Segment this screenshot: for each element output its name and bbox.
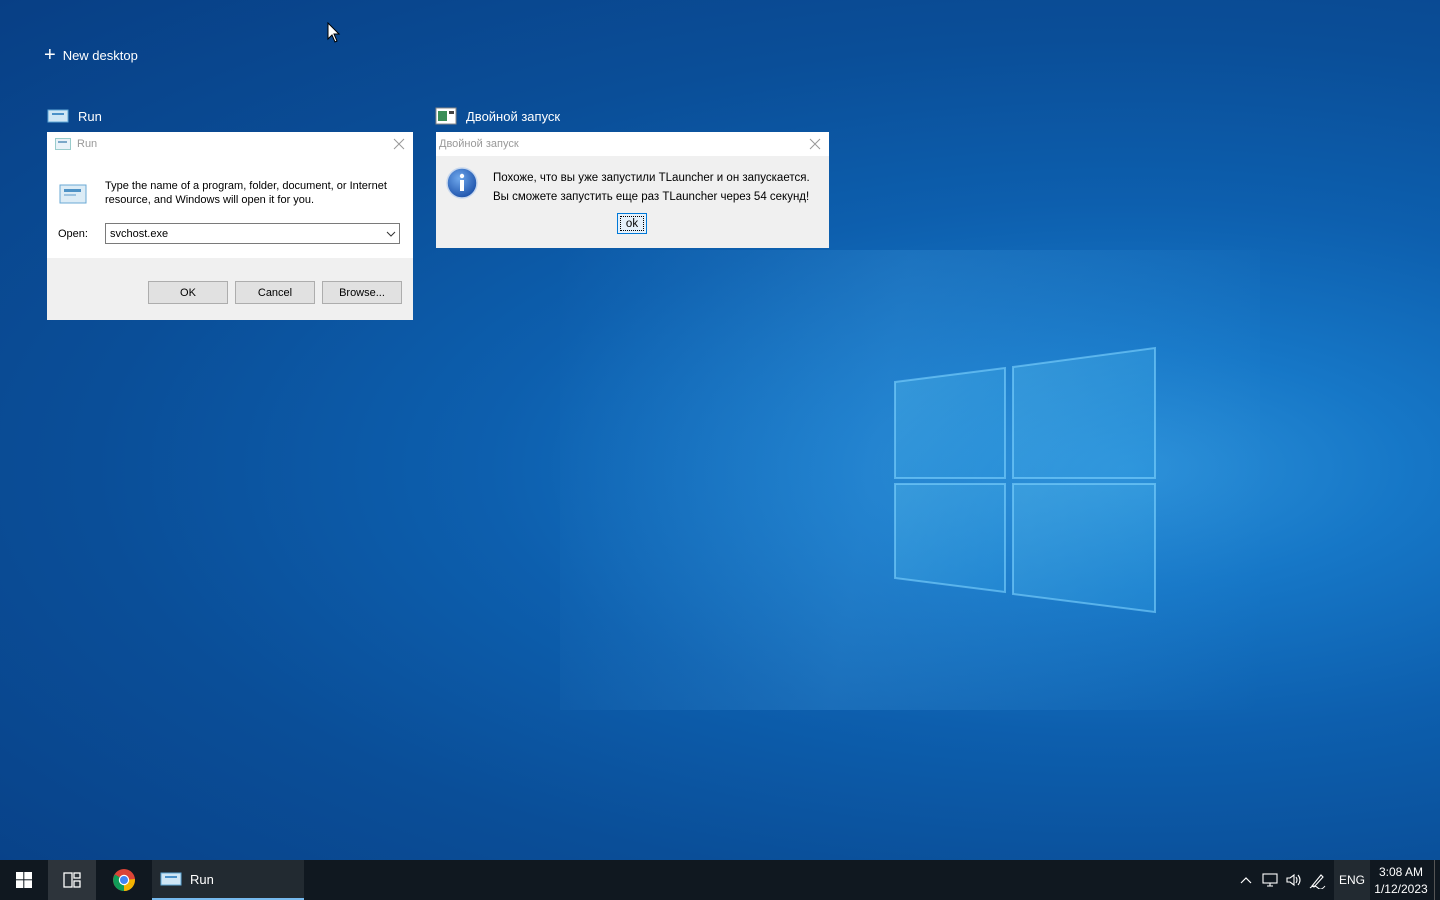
run-description: Type the name of a program, folder, docu… <box>105 180 387 206</box>
run-taskbar-label: Run <box>190 871 214 887</box>
chrome-icon <box>113 869 135 891</box>
network-icon <box>1262 873 1278 887</box>
start-button[interactable] <box>0 860 48 900</box>
chevron-up-icon <box>1240 877 1252 884</box>
taskbar: Run ENG 3:08 AM 1/12/2023 <box>0 860 1440 900</box>
language-indicator[interactable]: ENG <box>1334 860 1370 900</box>
open-label: Open: <box>58 228 88 240</box>
run-dialog: Run Type the name of a program, folder, … <box>47 132 413 320</box>
task-view-label-run[interactable]: Run <box>47 106 102 126</box>
plus-icon: + <box>44 44 56 66</box>
browse-button[interactable]: Browse... <box>322 281 402 304</box>
clock-time: 3:08 AM <box>1378 865 1424 879</box>
show-desktop-button[interactable] <box>1434 860 1440 900</box>
double-launch-message: Похоже, что вы уже запустили TLauncher и… <box>493 169 823 207</box>
app-window-icon <box>435 107 457 125</box>
task-view-label-double-launch[interactable]: Двойной запуск <box>435 106 560 126</box>
run-icon <box>55 138 71 150</box>
pen-icon <box>1309 874 1326 889</box>
run-icon <box>160 872 182 886</box>
ok-button[interactable]: OK <box>148 281 228 304</box>
double-launch-title-bar[interactable]: Двойной запуск <box>436 132 829 156</box>
volume-button[interactable] <box>1282 860 1306 900</box>
double-launch-title: Двойной запуск <box>439 138 519 150</box>
run-taskbar-button[interactable]: Run <box>152 860 304 900</box>
windows-wallpaper-logo <box>894 346 1156 614</box>
run-title: Run <box>77 138 98 150</box>
ok-button[interactable]: ok <box>617 213 647 234</box>
mouse-cursor-icon <box>327 22 341 43</box>
run-program-icon <box>59 184 87 204</box>
run-icon <box>47 109 69 123</box>
clock-date: 1/12/2023 <box>1374 882 1428 896</box>
double-launch-dialog: Двойной запуск Похоже, что вы уже запуст… <box>436 132 829 248</box>
pen-workspace-button[interactable] <box>1306 860 1330 900</box>
run-thumb-title: Run <box>78 108 102 124</box>
double-launch-thumb-title: Двойной запуск <box>466 108 561 124</box>
network-button[interactable] <box>1258 860 1282 900</box>
windows-icon <box>16 872 32 888</box>
close-icon[interactable] <box>807 136 823 152</box>
message-line-2: Вы сможете запустить еще раз TLauncher ч… <box>493 191 810 203</box>
chrome-taskbar-button[interactable] <box>100 860 148 900</box>
open-combobox[interactable]: svchost.exe <box>105 223 400 244</box>
chevron-down-icon[interactable] <box>383 224 399 243</box>
task-view-button[interactable] <box>48 860 96 900</box>
run-title-bar[interactable]: Run <box>47 132 413 156</box>
message-line-1: Похоже, что вы уже запустили TLauncher и… <box>493 172 810 184</box>
show-hidden-icons-button[interactable] <box>1234 860 1258 900</box>
info-icon <box>446 167 478 199</box>
volume-icon <box>1286 873 1301 887</box>
new-desktop-label: New desktop <box>62 47 138 63</box>
clock[interactable]: 3:08 AM 1/12/2023 <box>1370 862 1432 898</box>
new-desktop-button[interactable]: + New desktop <box>44 44 138 66</box>
close-icon[interactable] <box>391 136 407 152</box>
system-tray: ENG 3:08 AM 1/12/2023 <box>1234 860 1440 900</box>
task-view-icon <box>63 872 81 888</box>
cancel-button[interactable]: Cancel <box>235 281 315 304</box>
open-input[interactable]: svchost.exe <box>106 228 383 240</box>
